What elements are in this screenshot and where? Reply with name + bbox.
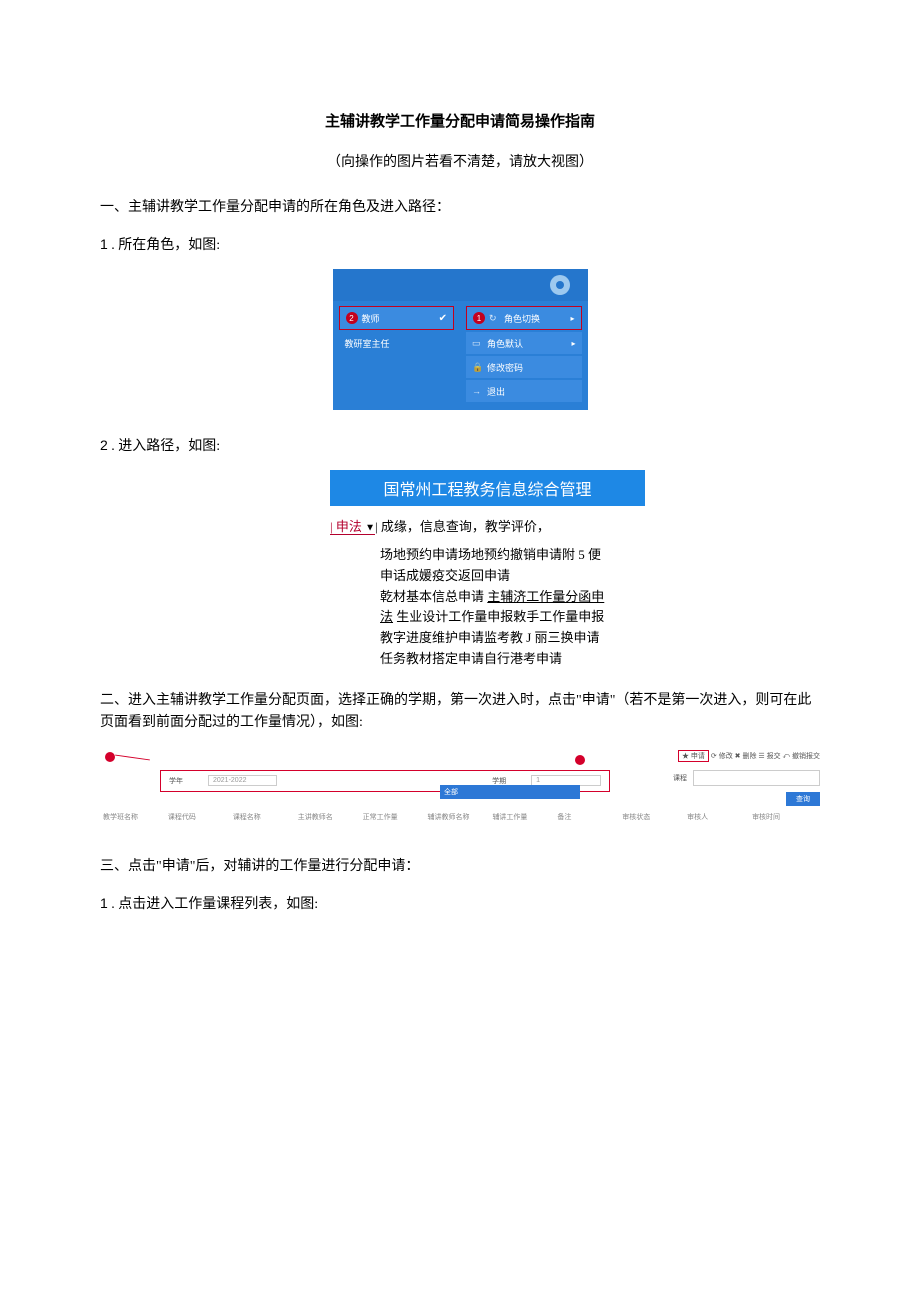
figure-1: 2 教师 ✔ 教研室主任 1 ↻ 角色切换 ▸ xyxy=(100,269,820,410)
submenu-line-3: 乾材基本信总申请 主辅济工作量分函申 xyxy=(380,587,700,608)
th-6: 辅讲工作量 xyxy=(492,812,557,822)
role-office-label: 教研室主任 xyxy=(345,337,390,350)
th-1: 课程代码 xyxy=(168,812,233,822)
step-2-label: 2 . 进入路径，如图: xyxy=(100,435,820,455)
step-2-text: . 进入路径，如图: xyxy=(108,439,220,454)
highlight-arrow-icon xyxy=(115,754,150,760)
workload-apply-link[interactable]: 主辅济工作量分函申 xyxy=(487,589,604,604)
doc-subtitle: （向操作的图片若看不清楚，请放大视图） xyxy=(100,151,820,171)
role-teacher-label: 教师 xyxy=(362,312,380,325)
step-1-num: 1 xyxy=(100,236,108,252)
section-3-heading: 三、点击"申请"后，对辅讲的工作量进行分配申请： xyxy=(100,855,820,875)
submenu-line-6: 任务教材搭定申请自行港考申请 xyxy=(380,649,700,670)
menu-change-password-label: 修改密码 xyxy=(487,361,523,374)
th-5: 辅讲教师名称 xyxy=(428,812,493,822)
step-2-num: 2 xyxy=(100,437,108,453)
workload-apply-link-cont[interactable]: 法 xyxy=(380,609,393,624)
chevron-right-icon: ▸ xyxy=(570,314,574,323)
step-3-1-label: 1 . 点击进入工作量课程列表，如图: xyxy=(100,893,820,913)
nav-apply[interactable]: | 申法 ▼ xyxy=(330,519,375,535)
th-0: 教学班名称 xyxy=(103,812,168,822)
menu-role-default[interactable]: ▭ 角色默认 ▸ xyxy=(466,332,582,354)
th-10: 审核时间 xyxy=(752,812,817,822)
menu-exit-label: 退出 xyxy=(487,385,505,398)
doc-title: 主辅讲教学工作量分配申请简易操作指南 xyxy=(100,110,820,131)
th-2: 课程名称 xyxy=(233,812,298,822)
th-4: 正常工作量 xyxy=(363,812,428,822)
step-3-1-num: 1 xyxy=(100,895,108,911)
course-label: 课程 xyxy=(673,773,687,783)
th-8: 审核状态 xyxy=(622,812,687,822)
top-nav: | 申法 ▼| 成缘，信息查询，教学评价， xyxy=(330,516,820,535)
year-label: 学年 xyxy=(169,776,183,786)
figure-3: ★ 申请 ⟳ 修改 ✖ 删除 ☰ 报交 ⤺ 撤销报交 学年 2021-2022 … xyxy=(100,750,820,825)
menu-exit[interactable]: → 退出 xyxy=(466,380,582,402)
highlight-dot-icon xyxy=(105,752,115,762)
figure-2: 国常州工程教务信息综合管理 | 申法 ▼| 成缘，信息查询，教学评价， 场地预约… xyxy=(100,470,820,670)
semester-dropdown[interactable]: 全部 xyxy=(440,770,580,799)
toolbar: ★ 申请 ⟳ 修改 ✖ 删除 ☰ 报交 ⤺ 撤销报交 xyxy=(678,750,820,762)
menu-change-password[interactable]: 🔒 修改密码 xyxy=(466,356,582,378)
th-9: 审核人 xyxy=(687,812,752,822)
highlight-dot-2-icon xyxy=(575,755,585,765)
submenu-line-4: 法 生业设计工作量申报敕手工作量申报 xyxy=(380,607,700,628)
badge-2-icon: 2 xyxy=(346,312,358,324)
th-7: 备注 xyxy=(557,812,622,822)
menu-role-default-label: 角色默认 xyxy=(487,337,523,350)
card-icon: ▭ xyxy=(472,338,482,348)
role-office-head[interactable]: 教研室主任 xyxy=(339,332,455,354)
dropdown-icon: ▼ xyxy=(365,523,375,534)
submenu-line-2: 申话成媛疫交返回申请 xyxy=(380,566,700,587)
th-3: 主讲教师名 xyxy=(298,812,363,822)
section-2-para: 二、进入主辅讲教学工作量分配页面，选择正确的学期，第一次进入时，点击"申请"（若… xyxy=(100,690,820,735)
course-input[interactable] xyxy=(693,770,820,786)
chevron-right-icon: ▸ xyxy=(571,339,575,348)
submenu-block: 场地预约申请场地预约撤销申请附 5 便 申话成媛疫交返回申请 乾材基本信总申请 … xyxy=(380,545,700,670)
step-3-1-text: . 点击进入工作量课程列表，如图: xyxy=(108,897,318,912)
system-banner: 国常州工程教务信息综合管理 xyxy=(330,470,645,506)
refresh-icon: ↻ xyxy=(489,313,499,323)
semester-option-all[interactable]: 全部 xyxy=(440,785,580,799)
menu-role-switch[interactable]: 1 ↻ 角色切换 ▸ xyxy=(466,306,582,330)
badge-1-icon: 1 xyxy=(473,312,485,324)
avatar-icon[interactable] xyxy=(550,275,570,295)
submenu-line-5: 教字进度维护申请监考教 J 丽三换申请 xyxy=(380,628,700,649)
exit-icon: → xyxy=(472,386,482,396)
nav-rest: | 成缘，信息查询，教学评价， xyxy=(375,519,550,534)
role-teacher[interactable]: 2 教师 ✔ xyxy=(339,306,455,330)
year-select[interactable]: 2021-2022 xyxy=(208,775,277,786)
lock-icon: 🔒 xyxy=(472,362,482,372)
submenu-line-1: 场地预约申请场地预约撤销申请附 5 便 xyxy=(380,545,700,566)
step-1-text: . 所在角色，如图: xyxy=(108,238,220,253)
check-icon: ✔ xyxy=(439,313,447,324)
menu-role-switch-label: 角色切换 xyxy=(504,312,540,325)
section-1-heading: 一、主辅讲教学工作量分配申请的所在角色及进入路径： xyxy=(100,196,820,216)
search-button[interactable]: 查询 xyxy=(786,792,820,806)
toolbar-rest[interactable]: ⟳ 修改 ✖ 删除 ☰ 报交 ⤺ 撤销报交 xyxy=(709,753,820,760)
table-header: 教学班名称 课程代码 课程名称 主讲教师名 正常工作量 辅讲教师名称 辅讲工作量… xyxy=(100,812,820,822)
apply-button[interactable]: ★ 申请 xyxy=(678,750,709,762)
step-1-label: 1 . 所在角色，如图: xyxy=(100,234,820,254)
